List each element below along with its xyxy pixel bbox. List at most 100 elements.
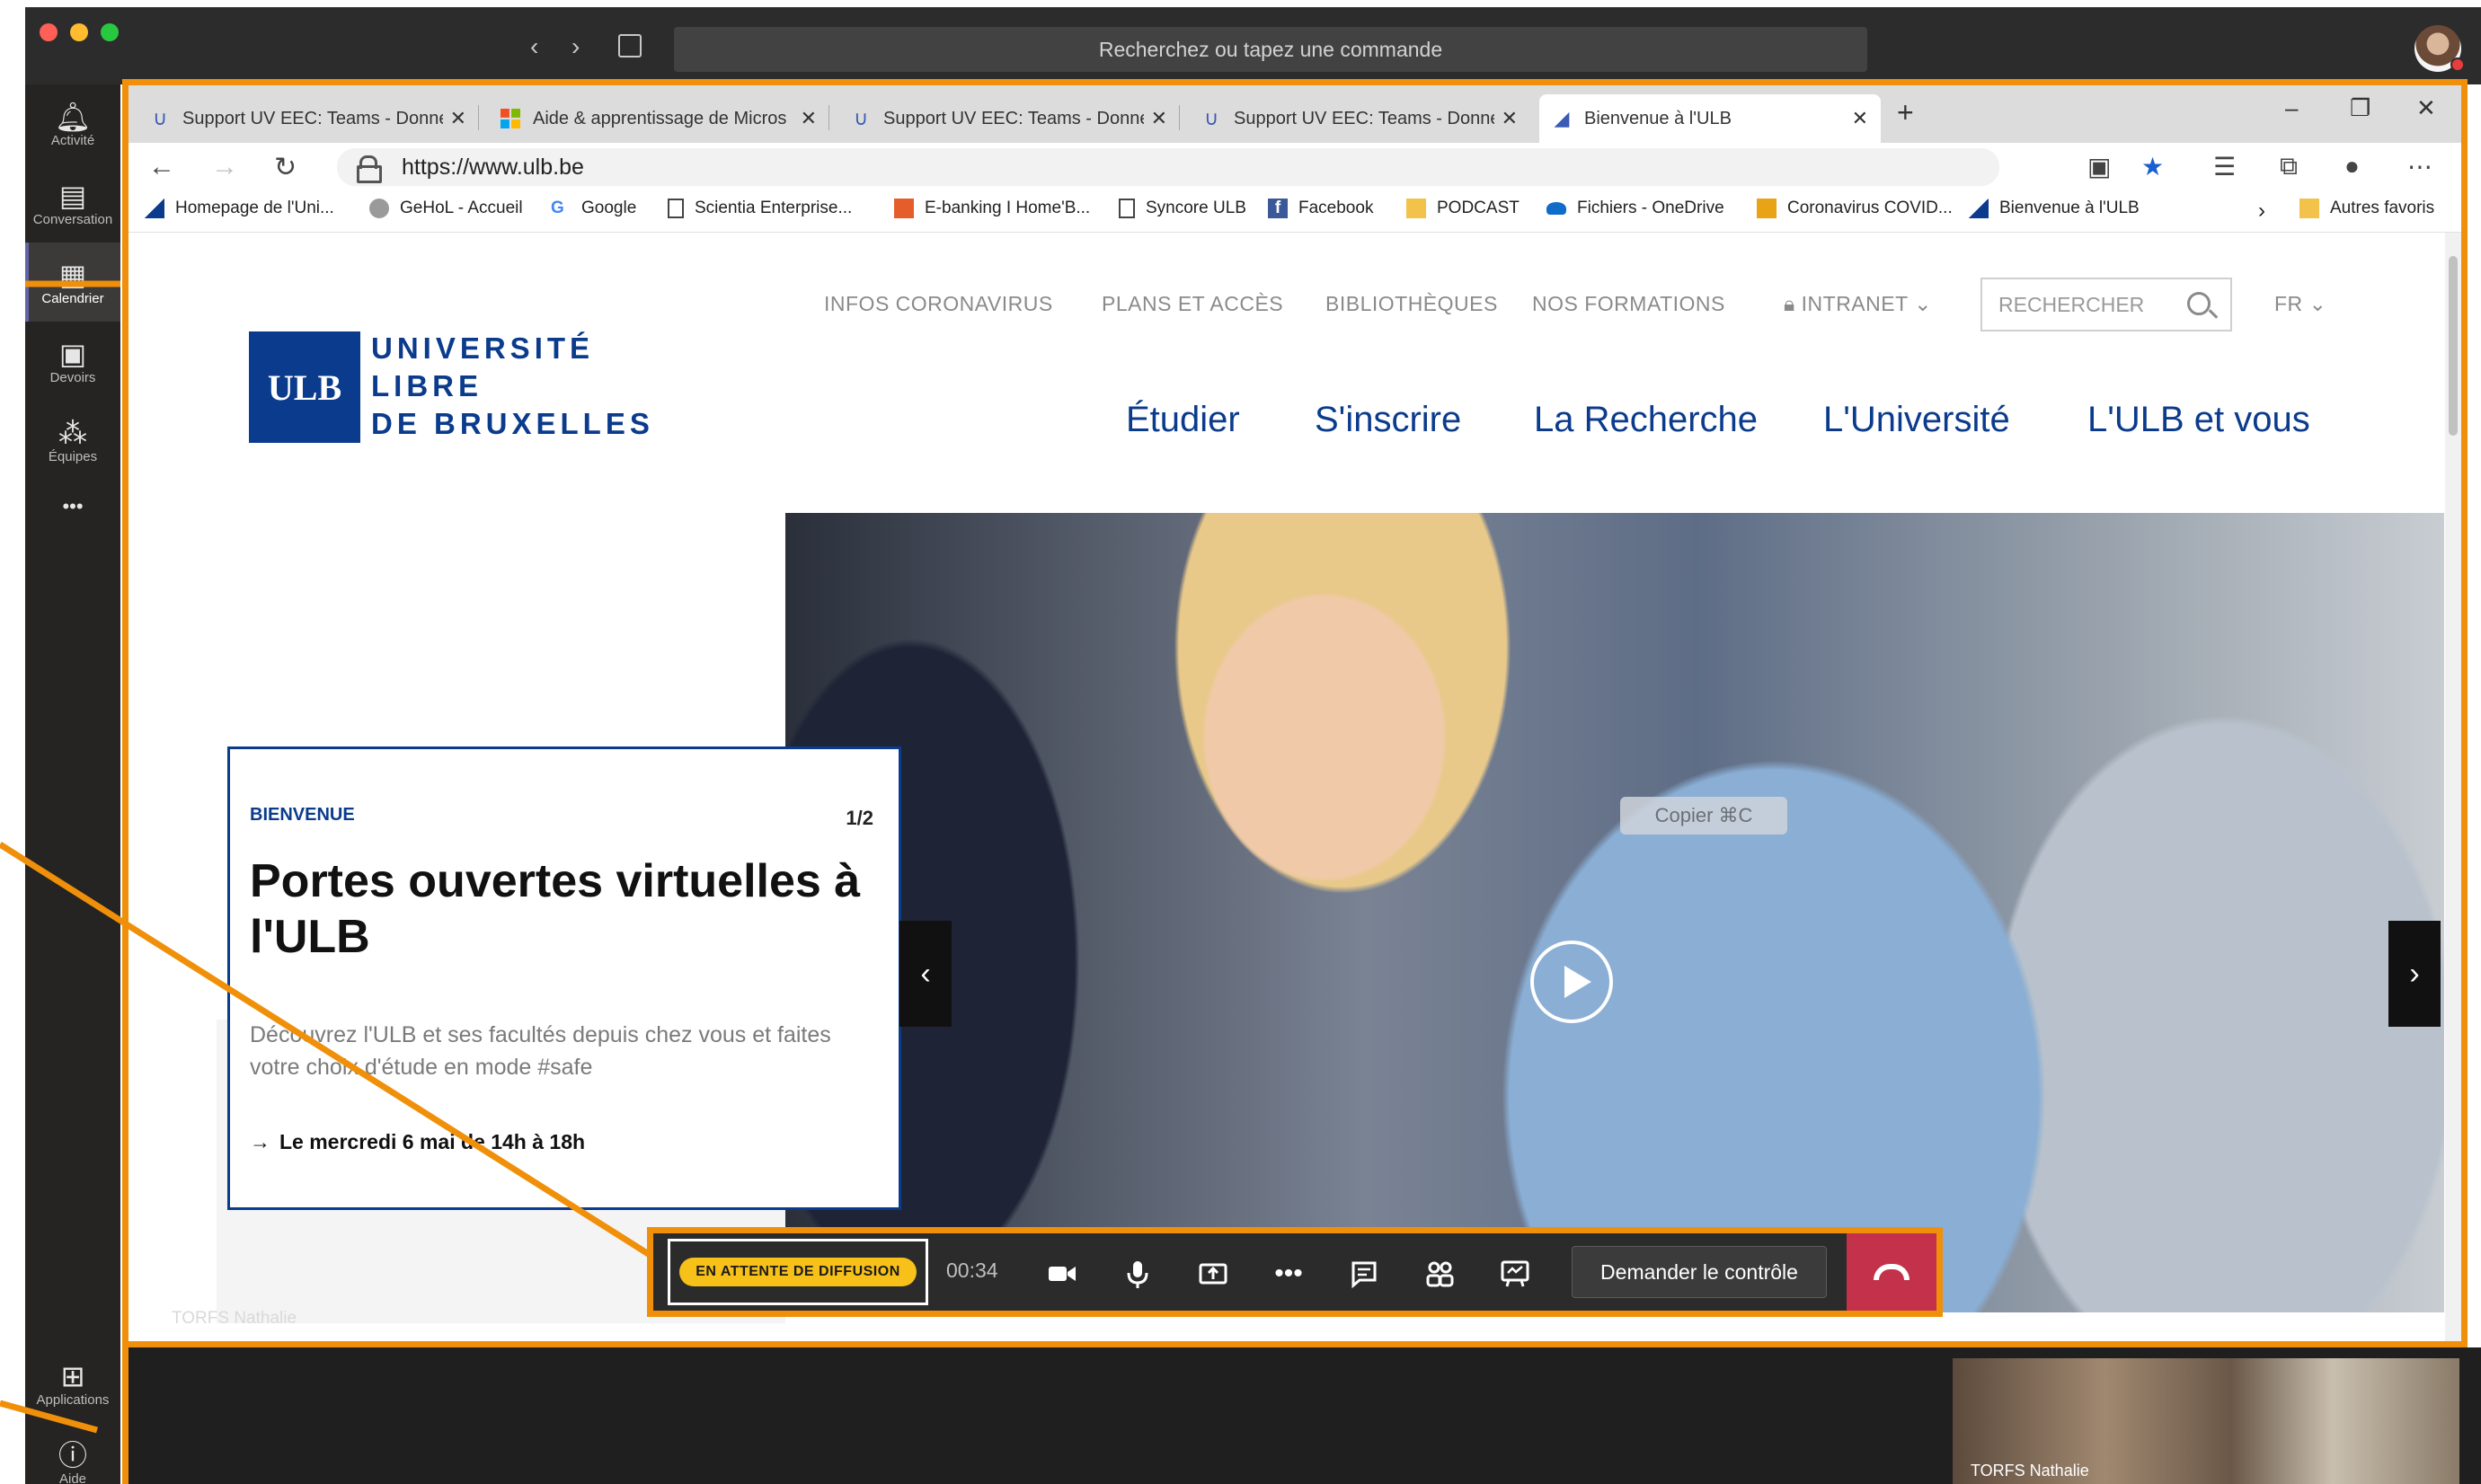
rail-item-activity[interactable]: 🔔︎ Activité bbox=[25, 84, 120, 163]
favorite-item[interactable]: Fichiers - OneDrive bbox=[1546, 199, 1724, 218]
rail-item-assignments[interactable]: ▣ Devoirs bbox=[25, 322, 120, 401]
rail-item-teams[interactable]: ⁂ Équipes bbox=[25, 401, 120, 480]
share-screen-button[interactable] bbox=[1192, 1253, 1234, 1294]
nav-link-plans[interactable]: PLANS ET ACCÈS bbox=[1102, 292, 1283, 316]
card-description: Découvrez l'ULB et ses facultés depuis c… bbox=[250, 1022, 831, 1080]
meeting-stage: TORFS Nathalie bbox=[122, 1347, 2481, 1484]
rail-item-calendar[interactable]: ▦ Calendrier bbox=[25, 243, 120, 322]
ulb-u-icon: ∪ bbox=[853, 107, 869, 129]
teams-command-search[interactable]: Recherchez ou tapez une commande bbox=[674, 27, 1867, 72]
other-favorites[interactable]: Autres favoris bbox=[2299, 199, 2434, 218]
browser-tab[interactable]: Aide & apprentissage de Micros ✕ bbox=[488, 94, 829, 143]
rail-label: Calendrier bbox=[41, 290, 104, 306]
main-nav-university[interactable]: L'Université bbox=[1823, 400, 2010, 440]
favorite-item[interactable]: Bienvenue à l'ULB bbox=[1969, 199, 2140, 218]
favorite-star-icon[interactable]: ★ bbox=[2141, 152, 2164, 181]
main-nav-study[interactable]: Étudier bbox=[1126, 400, 1240, 440]
search-icon[interactable] bbox=[2187, 292, 2211, 315]
new-tab-icon[interactable]: + bbox=[1897, 96, 1914, 129]
close-icon[interactable]: ✕ bbox=[1852, 107, 1868, 130]
bell-icon: 🔔︎ bbox=[54, 100, 92, 133]
favorite-item[interactable]: GeHoL - Accueil bbox=[369, 199, 523, 218]
favorites-overflow-icon[interactable]: › bbox=[2258, 199, 2265, 224]
web-page: INFOS CORONAVIRUS PLANS ET ACCÈS BIBLIOT… bbox=[128, 233, 2461, 1341]
scrollbar-thumb[interactable] bbox=[2449, 256, 2458, 436]
folder-icon bbox=[2299, 199, 2319, 218]
close-icon[interactable]: ✕ bbox=[450, 107, 466, 130]
favorite-item[interactable]: Syncore ULB bbox=[1119, 199, 1246, 218]
logo-line: DE BRUXELLES bbox=[371, 407, 654, 440]
profile-icon[interactable]: ● bbox=[2344, 152, 2360, 181]
participants-button[interactable] bbox=[1419, 1253, 1460, 1294]
browser-tab[interactable]: ∪ Support UV EEC: Teams - Donne ✕ bbox=[838, 94, 1180, 143]
site-search-input[interactable]: RECHERCHER bbox=[1980, 278, 2232, 331]
favorite-item[interactable]: G Google bbox=[551, 199, 636, 218]
page-scrollbar[interactable] bbox=[2445, 233, 2461, 1341]
restore-icon[interactable]: ❐ bbox=[2350, 94, 2370, 122]
ulb-logo-mark[interactable]: ULB bbox=[249, 331, 360, 443]
card-date-link[interactable]: → Le mercredi 6 mai de 14h à 18h bbox=[250, 1130, 585, 1154]
favorites-list-icon[interactable]: ☰ bbox=[2213, 152, 2236, 181]
rail-item-help[interactable]: ⓘ Aide bbox=[25, 1423, 120, 1484]
browser-toolbar: ← → ↻ https://www.ulb.be ▣ ★ ☰ ⧉ ● ⋯ bbox=[128, 143, 2461, 191]
close-window-icon[interactable]: ✕ bbox=[2416, 94, 2436, 122]
rail-item-apps[interactable]: ⊞ Applications bbox=[25, 1344, 120, 1423]
nav-link-coronavirus[interactable]: INFOS CORONAVIRUS bbox=[824, 292, 1053, 316]
hero-card[interactable]: BIENVENUE 1/2 Portes ouvertes virtuelles… bbox=[227, 746, 901, 1210]
rail-more-button[interactable]: ••• bbox=[25, 480, 120, 534]
ulb-logo-text[interactable]: UNIVERSITÉ LIBRE DE BRUXELLES bbox=[371, 330, 654, 443]
refresh-icon[interactable]: ↻ bbox=[274, 152, 297, 183]
main-nav-research[interactable]: La Recherche bbox=[1534, 400, 1758, 440]
forward-icon[interactable]: → bbox=[211, 152, 238, 182]
minimize-icon[interactable]: – bbox=[2285, 94, 2298, 122]
nav-link-intranet[interactable]: 🔒︎ INTRANET ⌄ bbox=[1784, 292, 1932, 316]
favorite-item[interactable]: Coronavirus COVID... bbox=[1757, 199, 1953, 218]
play-video-button[interactable] bbox=[1530, 941, 1613, 1023]
favorite-item[interactable]: Scientia Enterprise... bbox=[668, 199, 852, 218]
microphone-icon bbox=[1127, 1261, 1148, 1288]
favorite-item[interactable]: f Facebook bbox=[1268, 199, 1373, 218]
browser-tab[interactable]: ∪ Support UV EEC: Teams - Donne ✕ bbox=[137, 94, 479, 143]
compose-icon[interactable] bbox=[618, 34, 642, 57]
favorite-item[interactable]: Homepage de l'Uni... bbox=[145, 199, 334, 218]
close-icon[interactable]: ✕ bbox=[1151, 107, 1167, 130]
gehol-icon bbox=[369, 199, 389, 218]
close-icon[interactable]: ✕ bbox=[801, 107, 817, 130]
window-zoom-dot[interactable] bbox=[101, 23, 119, 41]
forward-arrow-icon[interactable]: › bbox=[572, 32, 580, 61]
collections-icon[interactable]: ⧉ bbox=[2280, 152, 2298, 181]
chat-button[interactable] bbox=[1343, 1253, 1385, 1294]
rail-item-conversation[interactable]: ▤ Conversation bbox=[25, 163, 120, 243]
back-arrow-icon[interactable]: ‹ bbox=[530, 32, 538, 61]
captions-button[interactable] bbox=[1494, 1253, 1536, 1294]
main-nav-register[interactable]: S'inscrire bbox=[1315, 400, 1461, 440]
camera-button[interactable] bbox=[1041, 1253, 1083, 1294]
help-icon: ⓘ bbox=[58, 1438, 87, 1471]
browser-tab[interactable]: ∪ Support UV EEC: Teams - Donne ✕ bbox=[1189, 94, 1530, 143]
more-actions-button[interactable]: ••• bbox=[1268, 1253, 1309, 1294]
favorite-item[interactable]: E-banking I Home'B... bbox=[894, 199, 1090, 218]
slide-next-button[interactable]: › bbox=[2388, 921, 2441, 1027]
request-control-button[interactable]: Demander le contrôle bbox=[1572, 1246, 1827, 1298]
microphone-button[interactable] bbox=[1117, 1253, 1158, 1294]
language-selector[interactable]: FR ⌄ bbox=[2274, 292, 2326, 316]
participant-video-tile[interactable]: TORFS Nathalie bbox=[1953, 1358, 2459, 1484]
slide-prev-button[interactable]: ‹ bbox=[899, 921, 952, 1027]
favorite-label: Facebook bbox=[1298, 199, 1374, 217]
tab-label: Support UV EEC: Teams - Donne bbox=[883, 108, 1144, 128]
main-nav-ulb-and-you[interactable]: L'ULB et vous bbox=[2087, 400, 2310, 440]
window-close-dot[interactable] bbox=[40, 23, 58, 41]
camera-icon bbox=[1049, 1267, 1076, 1281]
back-icon[interactable]: ← bbox=[148, 152, 175, 182]
close-icon[interactable]: ✕ bbox=[1502, 107, 1518, 130]
hang-up-button[interactable] bbox=[1847, 1233, 1936, 1311]
window-minimize-dot[interactable] bbox=[70, 23, 88, 41]
browser-tab-active[interactable]: ◢ Bienvenue à l'ULB ✕ bbox=[1539, 94, 1881, 143]
nav-link-libraries[interactable]: BIBLIOTHÈQUES bbox=[1325, 292, 1498, 316]
nav-link-programs[interactable]: NOS FORMATIONS bbox=[1532, 292, 1725, 316]
reader-mode-icon[interactable]: ▣ bbox=[2087, 152, 2111, 181]
chevron-down-icon: ⌄ bbox=[1914, 292, 1932, 315]
settings-more-icon[interactable]: ⋯ bbox=[2407, 152, 2432, 181]
address-bar[interactable]: https://www.ulb.be bbox=[337, 148, 1999, 186]
favorite-item[interactable]: PODCAST bbox=[1406, 199, 1520, 218]
